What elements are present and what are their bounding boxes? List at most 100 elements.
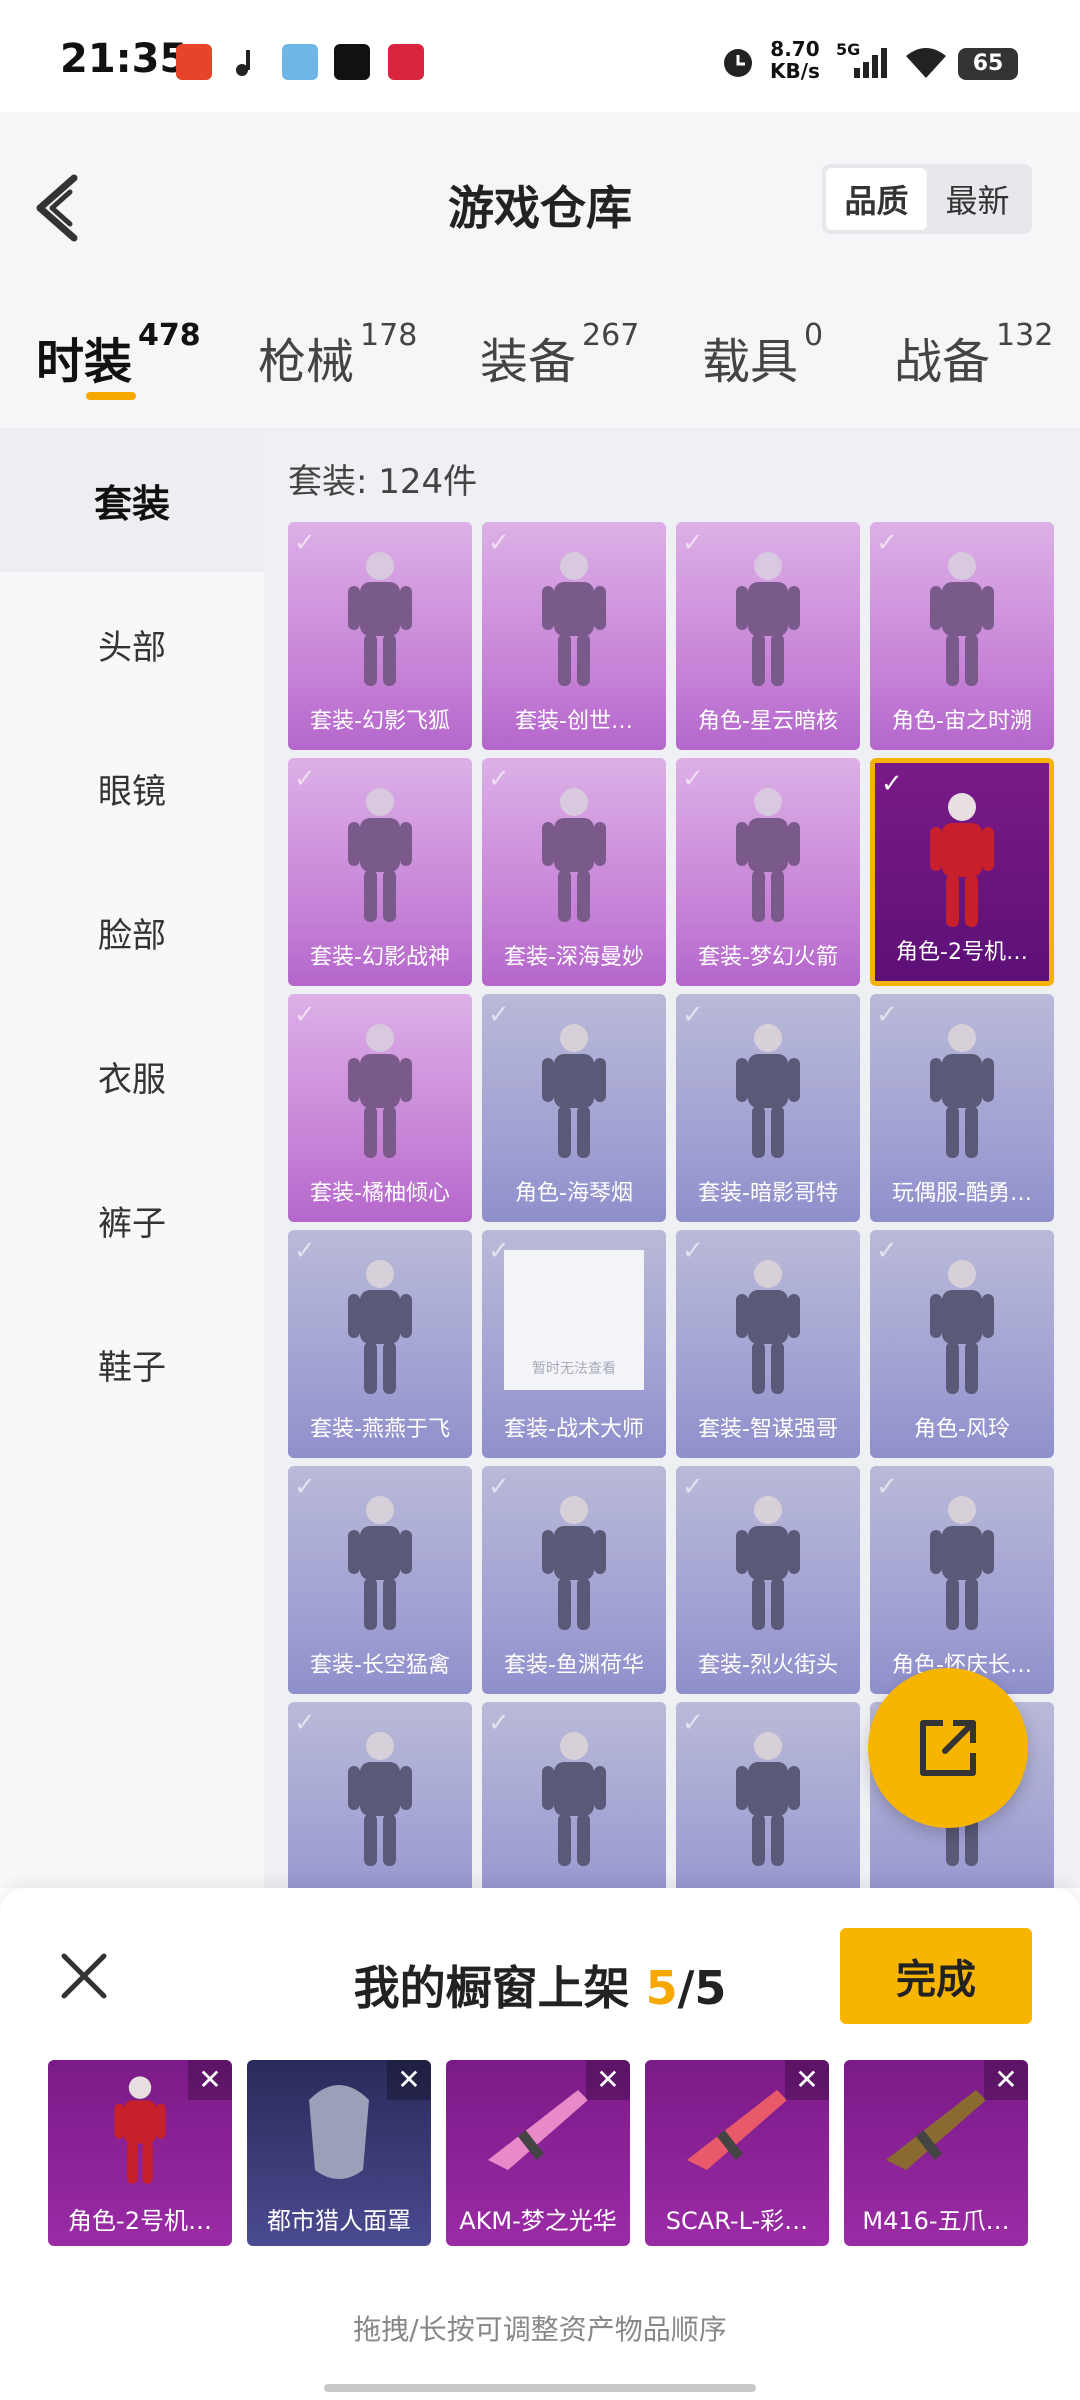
item-card[interactable]: ✓ 套装-梦幻火箭 bbox=[676, 758, 860, 986]
side-item-face[interactable]: 脸部 bbox=[0, 860, 264, 1004]
item-count: 套装: 124件 bbox=[288, 462, 478, 502]
image-placeholder: 暂时无法查看 bbox=[504, 1250, 644, 1390]
item-card[interactable]: ✓ 套装-智谋强哥 bbox=[676, 1230, 860, 1458]
remove-item-button[interactable]: ✕ bbox=[387, 2060, 431, 2100]
side-item-glasses[interactable]: 眼镜 bbox=[0, 716, 264, 860]
item-card[interactable]: ✓ 套装-樱花物语 bbox=[288, 1702, 472, 1888]
side-item-head[interactable]: 头部 bbox=[0, 572, 264, 716]
check-icon: ✓ bbox=[682, 1236, 704, 1266]
network-speed: 8.70 KB/s bbox=[770, 38, 820, 82]
side-item-clothes[interactable]: 衣服 bbox=[0, 1004, 264, 1148]
item-name: 角色-临安公主 bbox=[482, 1874, 666, 1888]
tab-guns[interactable]: 枪械 178 bbox=[258, 318, 417, 392]
selected-count: 5 bbox=[645, 1961, 678, 2015]
check-icon: ✓ bbox=[876, 1000, 898, 1030]
item-card[interactable]: ✓ 角色-魔狱魅猫 bbox=[676, 1702, 860, 1888]
item-card[interactable]: ✓ 角色-星云暗核 bbox=[676, 522, 860, 750]
character-figure-icon bbox=[114, 2076, 166, 2184]
check-icon: ✓ bbox=[488, 764, 510, 794]
item-card[interactable]: ✓ 角色-海琴烟 bbox=[482, 994, 666, 1222]
remove-item-button[interactable]: ✕ bbox=[586, 2060, 630, 2100]
character-figure-icon bbox=[736, 1732, 800, 1866]
character-figure-icon bbox=[348, 788, 412, 922]
rifle-icon bbox=[687, 2090, 787, 2170]
item-card[interactable]: ✓ 套装-长空猛禽 bbox=[288, 1466, 472, 1694]
character-figure-icon bbox=[736, 1496, 800, 1630]
item-name: 套装-创世… bbox=[515, 709, 633, 734]
remove-item-button[interactable]: ✕ bbox=[984, 2060, 1028, 2100]
item-card[interactable]: ✓ 角色-怀庆长… bbox=[870, 1466, 1054, 1694]
item-card[interactable]: ✓ 角色-临安公主 bbox=[482, 1702, 666, 1888]
category-tabs: 时装 478 枪械 178 装备 267 载具 0 战备 132 bbox=[0, 272, 1080, 428]
side-item-shoes[interactable]: 鞋子 bbox=[0, 1292, 264, 1436]
character-figure-icon bbox=[930, 793, 994, 927]
check-icon: ✓ bbox=[488, 1472, 510, 1502]
item-card[interactable]: ✓ 暂时无法查看 套装-战术大师 bbox=[482, 1230, 666, 1458]
remove-item-button[interactable]: ✕ bbox=[785, 2060, 829, 2100]
item-name: 角色-风玲 bbox=[914, 1417, 1010, 1442]
item-card[interactable]: ✓ 套装-创世… bbox=[482, 522, 666, 750]
showcase-item[interactable]: ✕ M416-五爪… bbox=[844, 2060, 1028, 2246]
item-card[interactable]: ✓ 套装-鱼渊荷华 bbox=[482, 1466, 666, 1694]
check-icon: ✓ bbox=[682, 1708, 704, 1738]
tab-label: 载具 bbox=[702, 334, 799, 390]
total-count: /5 bbox=[677, 1961, 727, 2015]
side-item-suits[interactable]: 套装 bbox=[0, 428, 264, 572]
item-name: 角色-海琴烟 bbox=[515, 1181, 633, 1206]
item-card[interactable]: ✓ 套装-燕燕于飞 bbox=[288, 1230, 472, 1458]
showcase-item[interactable]: ✕ 都市猎人面罩 bbox=[247, 2060, 431, 2246]
item-name: 套装-长空猛禽 bbox=[310, 1653, 450, 1678]
reorder-hint: 拖拽/长按可调整资产物品顺序 bbox=[353, 2313, 727, 2346]
item-card[interactable]: ✓ 套装-烈火街头 bbox=[676, 1466, 860, 1694]
item-card[interactable]: ✓ 角色-宙之时溯 bbox=[870, 522, 1054, 750]
showcase-sheet: 我的橱窗上架 5/5 完成 ✕ 角色-2号机… ✕ 都市猎人面罩 ✕ AKM-梦之光华 ✕ S… bbox=[0, 1888, 1080, 2400]
item-card[interactable]: ✓ 角色-2号机… bbox=[870, 758, 1054, 986]
done-button[interactable]: 完成 bbox=[840, 1928, 1032, 2024]
character-figure-icon bbox=[348, 552, 412, 686]
status-time: 21:35 bbox=[60, 36, 188, 82]
sort-newest-button[interactable]: 最新 bbox=[927, 168, 1028, 230]
mask-icon bbox=[309, 2085, 369, 2179]
home-indicator[interactable] bbox=[324, 2384, 756, 2392]
showcase-item[interactable]: ✕ SCAR-L-彩… bbox=[645, 2060, 829, 2246]
character-figure-icon bbox=[542, 1024, 606, 1158]
check-icon: ✓ bbox=[682, 1000, 704, 1030]
showcase-item[interactable]: ✕ AKM-梦之光华 bbox=[446, 2060, 630, 2246]
item-name: 套装-暗影哥特 bbox=[698, 1181, 838, 1206]
item-card[interactable]: ✓ 玩偶服-酷勇… bbox=[870, 994, 1054, 1222]
side-item-pants[interactable]: 裤子 bbox=[0, 1148, 264, 1292]
item-card[interactable]: ✓ 套装-深海曼妙 bbox=[482, 758, 666, 986]
item-name: 角色-魔狱魅猫 bbox=[676, 1874, 860, 1888]
sort-toggle: 品质 最新 bbox=[822, 164, 1032, 234]
character-figure-icon bbox=[736, 788, 800, 922]
showcase-item[interactable]: ✕ 角色-2号机… bbox=[48, 2060, 232, 2246]
item-card[interactable]: ✓ 套装-暗影哥特 bbox=[676, 994, 860, 1222]
tab-supplies[interactable]: 战备 132 bbox=[894, 318, 1053, 392]
ting-app-icon bbox=[176, 44, 212, 80]
tab-vehicles[interactable]: 载具 0 bbox=[702, 318, 823, 392]
check-icon: ✓ bbox=[682, 764, 704, 794]
sort-quality-button[interactable]: 品质 bbox=[826, 168, 927, 230]
item-name: 套装-橘柚倾心 bbox=[310, 1181, 450, 1206]
check-icon: ✓ bbox=[294, 528, 316, 558]
tab-equipment[interactable]: 装备 267 bbox=[480, 318, 639, 392]
check-icon: ✓ bbox=[881, 769, 903, 799]
item-card[interactable]: ✓ 套装-幻影战神 bbox=[288, 758, 472, 986]
check-icon: ✓ bbox=[876, 1472, 898, 1502]
showcase-item-name: M416-五爪… bbox=[862, 2207, 1010, 2235]
showcase-item-name: 都市猎人面罩 bbox=[267, 2207, 411, 2235]
share-external-icon bbox=[920, 1720, 976, 1776]
tab-count: 0 bbox=[804, 318, 824, 353]
share-button[interactable] bbox=[868, 1668, 1028, 1828]
item-card[interactable]: ✓ 套装-橘柚倾心 bbox=[288, 994, 472, 1222]
tab-fashion[interactable]: 时装 478 bbox=[36, 318, 201, 392]
check-icon: ✓ bbox=[682, 528, 704, 558]
item-name: 套装-战术大师 bbox=[504, 1417, 644, 1442]
character-figure-icon bbox=[348, 1732, 412, 1866]
active-tab-indicator bbox=[86, 392, 136, 400]
sheet-title-text: 我的橱窗上架 bbox=[353, 1961, 630, 2015]
tab-count: 478 bbox=[138, 318, 201, 353]
item-card[interactable]: ✓ 角色-风玲 bbox=[870, 1230, 1054, 1458]
remove-item-button[interactable]: ✕ bbox=[188, 2060, 232, 2100]
item-card[interactable]: ✓ 套装-幻影飞狐 bbox=[288, 522, 472, 750]
